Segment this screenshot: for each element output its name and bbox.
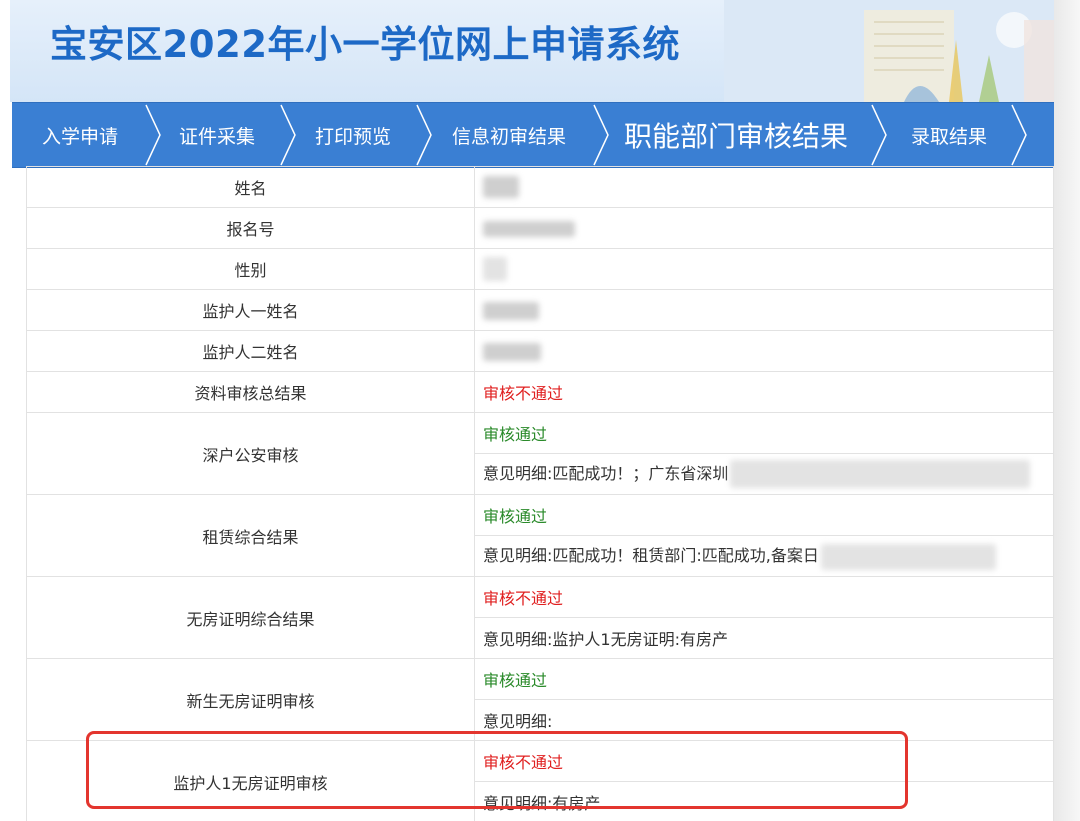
- nav-step-admission-result[interactable]: 录取结果: [884, 103, 1014, 167]
- row-label: 资料审核总结果: [26, 371, 475, 413]
- status-fail: 审核不通过: [474, 576, 1054, 618]
- nav-step-department-review[interactable]: 职能部门审核结果: [602, 103, 870, 167]
- redacted-value: [483, 176, 519, 198]
- row-label: 新生无房证明审核: [26, 658, 475, 741]
- status-fail: 审核不通过: [474, 740, 1054, 782]
- redacted-value: [483, 342, 541, 361]
- redacted-value: [483, 221, 575, 237]
- status-fail: 审核不通过: [474, 371, 1054, 413]
- table-row: 监护人二姓名: [26, 330, 1054, 372]
- table-row: 监护人一姓名: [26, 289, 1054, 331]
- detail-text: 意见明细:匹配成功！；广东省深圳: [483, 463, 729, 483]
- table-row: 报名号: [26, 207, 1054, 249]
- table-row: 资料审核总结果 审核不通过: [26, 371, 1054, 413]
- review-result-table: 姓名 报名号 性别 监护人一姓名 监护人二姓名 资料审核总结果 审核不通过 深户…: [26, 166, 1054, 821]
- redacted-value: [820, 543, 996, 570]
- detail-cell: 意见明细:匹配成功！租赁部门:匹配成功,备案日: [474, 535, 1054, 577]
- redacted-value: [730, 460, 1031, 489]
- row-value-redacted: [474, 166, 1054, 208]
- row-label: 监护人1无房证明审核: [26, 740, 475, 821]
- nav-step-initial-review[interactable]: 信息初审结果: [424, 103, 594, 167]
- banner-illustration: [724, 0, 1054, 102]
- table-row: 深户公安审核 审核通过: [26, 412, 1054, 495]
- row-value-redacted: [474, 330, 1054, 372]
- table-row: 姓名: [26, 166, 1054, 208]
- nav-step-apply[interactable]: 入学申请: [12, 103, 148, 167]
- row-value-redacted: [474, 248, 1054, 290]
- row-label: 无房证明综合结果: [26, 576, 475, 659]
- row-label: 深户公安审核: [26, 412, 475, 495]
- nav-step-print-preview[interactable]: 打印预览: [288, 103, 418, 167]
- table-row: 新生无房证明审核 审核通过: [26, 658, 1054, 741]
- row-label: 监护人二姓名: [26, 330, 475, 372]
- detail-text: 意见明细:匹配成功！租赁部门:匹配成功,备案日: [483, 546, 819, 566]
- site-title: 宝安区2022年小一学位网上申请系统: [50, 23, 680, 66]
- row-label: 姓名: [26, 166, 475, 208]
- row-label: 报名号: [26, 207, 475, 249]
- nav-step-documents[interactable]: 证件采集: [152, 103, 282, 167]
- row-label: 租赁综合结果: [26, 494, 475, 577]
- detail-text: 意见明细:有房产: [474, 781, 1054, 821]
- detail-text: 意见明细:监护人1无房证明:有房产: [474, 617, 1054, 659]
- redacted-value: [483, 257, 507, 281]
- table-row: 性别: [26, 248, 1054, 290]
- page-frame: 宝安区2022年小一学位网上申请系统 入学申请 证件采集 打印预览 信息初审结果…: [10, 0, 1054, 821]
- chevron-right-icon: [1011, 104, 1027, 166]
- detail-text: 意见明细:: [474, 699, 1054, 741]
- row-label: 性别: [26, 248, 475, 290]
- status-pass: 审核通过: [474, 658, 1054, 700]
- table-row: 无房证明综合结果 审核不通过: [26, 576, 1054, 659]
- page-edge-shadow: [1054, 0, 1080, 821]
- step-navigation: 入学申请 证件采集 打印预览 信息初审结果 职能部门审核结果 录取结果: [12, 102, 1054, 168]
- status-pass: 审核通过: [474, 494, 1054, 536]
- row-value-redacted: [474, 289, 1054, 331]
- row-value-redacted: [474, 207, 1054, 249]
- header-banner: 宝安区2022年小一学位网上申请系统: [10, 0, 1054, 102]
- table-row: 租赁综合结果 审核通过: [26, 494, 1054, 577]
- row-label: 监护人一姓名: [26, 289, 475, 331]
- redacted-value: [483, 301, 539, 320]
- detail-cell: 意见明细:匹配成功！；广东省深圳: [474, 453, 1054, 495]
- status-pass: 审核通过: [474, 412, 1054, 454]
- table-row: 监护人1无房证明审核 审核不通过: [26, 740, 1054, 821]
